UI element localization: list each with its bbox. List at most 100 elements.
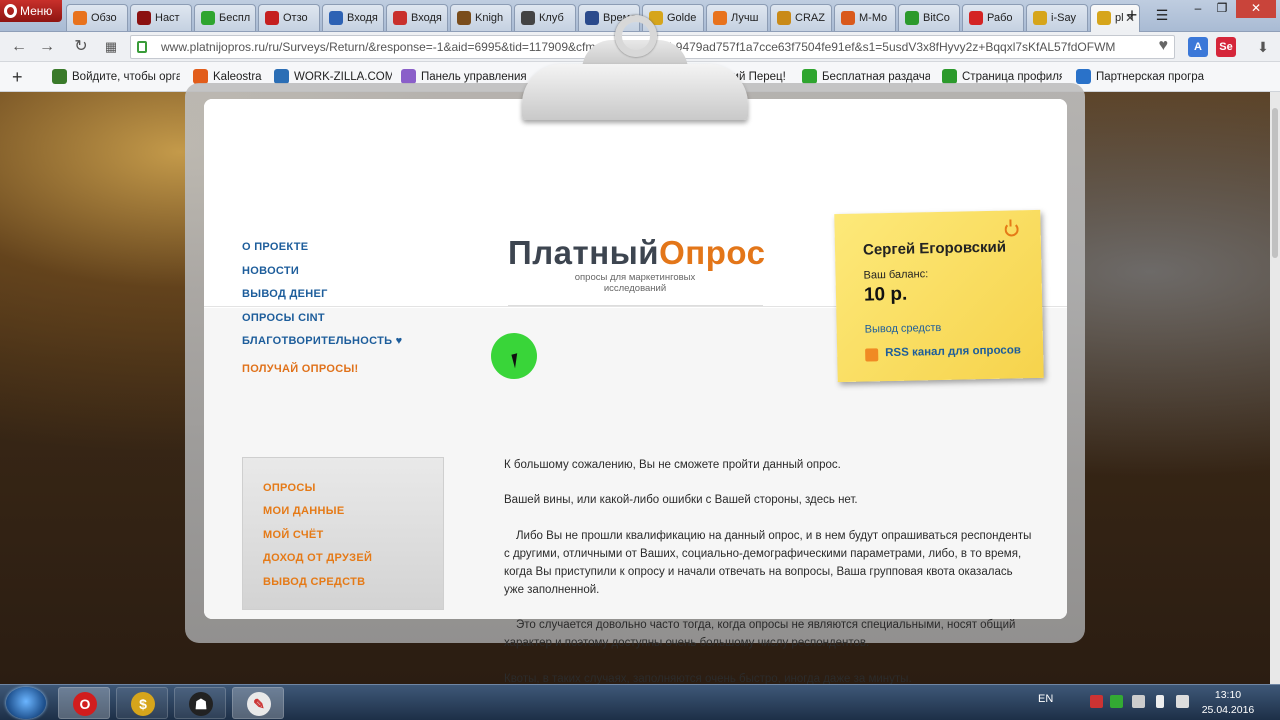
tab-label: CRAZ xyxy=(795,12,825,24)
opera-icon xyxy=(4,4,17,18)
secure-icon xyxy=(137,41,147,53)
tab[interactable]: Отзо xyxy=(258,4,320,31)
tab[interactable]: CRAZ xyxy=(770,4,832,31)
side-item-my-account[interactable]: МОЙ СЧЁТ xyxy=(263,529,324,541)
speed-dial-icon[interactable]: ▦ xyxy=(100,36,122,58)
tab[interactable]: Входя xyxy=(322,4,384,31)
dollar-coin-icon: $ xyxy=(131,692,155,716)
tab[interactable]: M-Mo xyxy=(834,4,896,31)
bookmark-item[interactable]: Партнерская програ xyxy=(1076,69,1204,87)
language-indicator[interactable]: EN xyxy=(1038,693,1053,705)
side-item-withdraw[interactable]: ВЫВОД СРЕДСТВ xyxy=(263,576,365,588)
knight-icon xyxy=(457,11,471,25)
crazy-icon xyxy=(777,11,791,25)
taskbar-app[interactable]: O xyxy=(58,687,110,719)
system-clock[interactable]: 13:10 25.04.2016 xyxy=(1196,688,1260,718)
bookmark-label: Войдите, чтобы орга xyxy=(72,71,180,83)
start-button[interactable] xyxy=(6,687,46,719)
star-icon xyxy=(1033,11,1047,25)
divider xyxy=(508,305,763,306)
nav-get-surveys[interactable]: ПОЛУЧАЙ ОПРОСЫ! xyxy=(242,363,358,375)
tab-label: BitCo xyxy=(923,12,950,24)
mmo-icon xyxy=(841,11,855,25)
balance-value: 10 р. xyxy=(863,283,908,306)
tab[interactable]: Knigh xyxy=(450,4,512,31)
taskbar-app[interactable]: ✎ xyxy=(232,687,284,719)
bookmark-item[interactable]: Войдите, чтобы орга xyxy=(52,69,180,87)
volume-icon[interactable] xyxy=(1156,695,1164,708)
clipboard-clip xyxy=(522,0,748,120)
minimize-icon[interactable]: – xyxy=(1186,0,1210,18)
close-window-icon[interactable]: ✕ xyxy=(1236,0,1276,18)
tab-label: Входя xyxy=(411,12,442,24)
opera-icon: O xyxy=(73,692,97,716)
taskbar-app[interactable]: $ xyxy=(116,687,168,719)
menu-label: Меню xyxy=(20,4,53,18)
battery-icon[interactable] xyxy=(1176,695,1189,708)
check-icon xyxy=(905,11,919,25)
logout-power-icon[interactable] xyxy=(1004,222,1019,237)
side-item-my-data[interactable]: МОИ ДАННЫЕ xyxy=(263,505,344,517)
tab[interactable]: Рабо xyxy=(962,4,1024,31)
dollar-icon xyxy=(201,11,215,25)
nav-cint-surveys[interactable]: ОПРОСЫ CINT xyxy=(242,312,325,324)
withdraw-link[interactable]: Вывод средств xyxy=(865,322,942,336)
side-item-referral-income[interactable]: ДОХОД ОТ ДРУЗЕЙ xyxy=(263,552,372,564)
rss-link[interactable]: RSS канал для опросов xyxy=(885,344,1021,359)
clock-time: 13:10 xyxy=(1214,689,1242,701)
tab-label: M-Mo xyxy=(859,12,888,24)
taskbar-app[interactable]: ☗ xyxy=(174,687,226,719)
windows-taskbar: O $ ☗ ✎ EN 13:10 25.04.2016 xyxy=(0,684,1280,720)
network-icon[interactable] xyxy=(1090,695,1103,708)
back-icon[interactable]: ← xyxy=(8,36,30,58)
reload-icon[interactable]: ↻ xyxy=(70,36,92,58)
forward-icon[interactable]: → xyxy=(36,36,58,58)
tray-app-icon[interactable] xyxy=(1110,695,1123,708)
balance-label: Ваш баланс: xyxy=(863,268,929,282)
nav-news[interactable]: НОВОСТИ xyxy=(242,265,299,277)
message-paragraph: Это случается довольно часто тогда, когд… xyxy=(504,619,1016,649)
tab-label: Knigh xyxy=(475,12,504,24)
tab-label: Беспл xyxy=(219,12,251,24)
message-paragraph: Квоты, в таких случаях, заполняются очен… xyxy=(504,673,912,684)
gmail-icon xyxy=(393,11,407,25)
bookmark-label: Партнерская програ xyxy=(1096,71,1204,83)
chart-icon xyxy=(73,11,87,25)
ghost-icon: ☗ xyxy=(189,692,213,716)
opera-menu-button[interactable]: Меню xyxy=(0,0,62,22)
user-balance-note: Сергей Егоровский Ваш баланс: 10 р. Выво… xyxy=(834,209,1044,383)
bookmark-heart-icon[interactable]: ♥ xyxy=(1159,37,1169,55)
nav-withdraw-money[interactable]: ВЫВОД ДЕНЕГ xyxy=(242,288,328,300)
tab-label: Отзо xyxy=(283,12,308,24)
bookmark-label: Панель управления xyxy=(421,71,527,83)
bla-icon xyxy=(52,69,67,84)
tab-label: Рабо xyxy=(987,12,1013,24)
site-logo[interactable]: ПлатныйОпрос xyxy=(508,234,765,272)
side-item-surveys[interactable]: ОПРОСЫ xyxy=(263,482,316,494)
panel-icon xyxy=(401,69,416,84)
tab[interactable]: BitCo xyxy=(898,4,960,31)
tab[interactable]: Входя xyxy=(386,4,448,31)
tab[interactable]: i-Say xyxy=(1026,4,1088,31)
flag-icon xyxy=(1076,69,1091,84)
tab[interactable]: Наст xyxy=(130,4,192,31)
nav-about[interactable]: О ПРОЕКТЕ xyxy=(242,241,308,253)
vk-icon xyxy=(329,11,343,25)
nav-charity[interactable]: БЛАГОТВОРИТЕЛЬНОСТЬ ♥ xyxy=(242,335,403,347)
platnijopros-icon xyxy=(1097,11,1111,25)
message-paragraph: Вашей вины, или какой-либо ошибки с Ваше… xyxy=(504,494,858,506)
maximize-icon[interactable]: ❐ xyxy=(1210,0,1234,18)
account-side-menu: ОПРОСЫ МОИ ДАННЫЕ МОЙ СЧЁТ ДОХОД ОТ ДРУЗ… xyxy=(242,457,444,610)
tab[interactable]: Беспл xyxy=(194,4,256,31)
translate-extension-icon[interactable]: A xyxy=(1188,37,1208,57)
tab[interactable]: Обзо xyxy=(66,4,128,31)
add-bookmark-icon[interactable]: + xyxy=(12,67,23,88)
scrollbar-thumb[interactable] xyxy=(1272,108,1278,258)
tab-menu-icon[interactable]: ☰ xyxy=(1152,4,1172,26)
new-tab-button[interactable]: + xyxy=(1122,4,1142,26)
download-icon[interactable]: ⬇ xyxy=(1252,36,1274,58)
tab-label: Обзо xyxy=(91,12,117,24)
check-icon xyxy=(942,69,957,84)
usb-icon[interactable] xyxy=(1132,695,1145,708)
se-extension-icon[interactable]: Se xyxy=(1216,37,1236,57)
